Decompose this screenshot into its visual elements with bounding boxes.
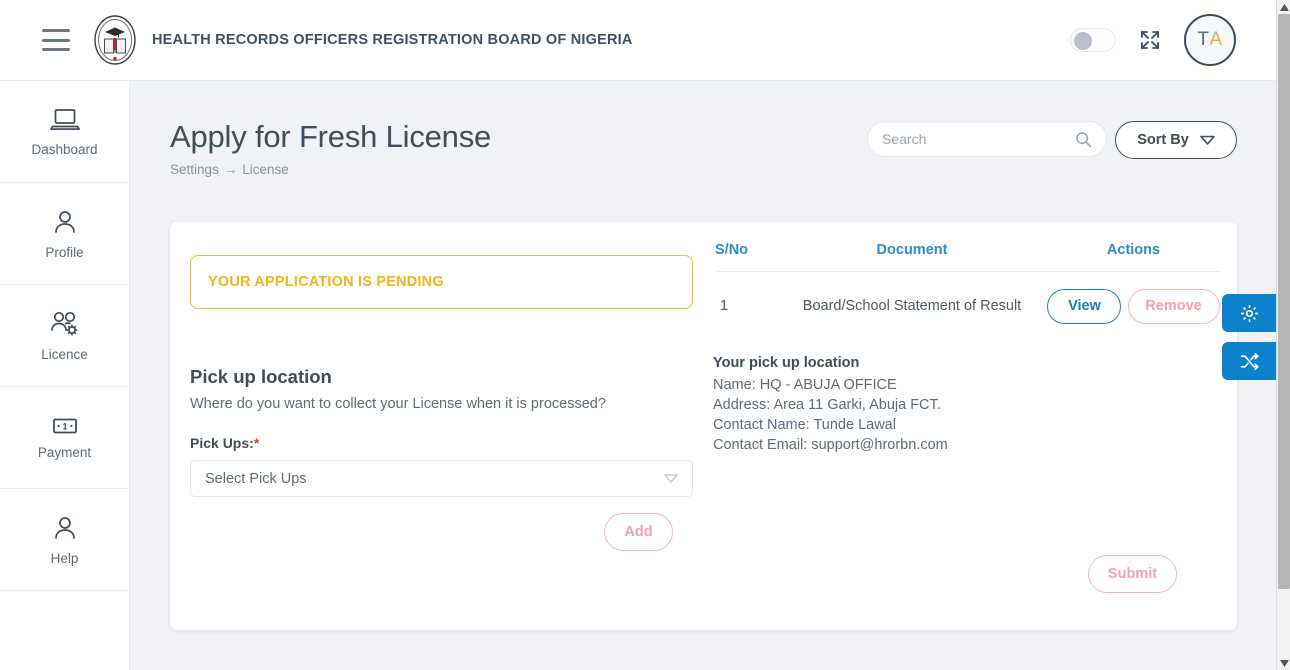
- app-viewport: HEALTH RECORDS OFFICERS REGISTRATION BOA…: [0, 0, 1290, 670]
- column-header-document: Document: [876, 242, 948, 258]
- breadcrumb-arrow-icon: →: [223, 162, 238, 177]
- column-header-actions: Actions: [1106, 242, 1161, 258]
- page-header: Apply for Fresh License Settings → License: [170, 119, 491, 177]
- top-header: HEALTH RECORDS OFFICERS REGISTRATION BOA…: [0, 0, 1276, 81]
- expand-fullscreen-icon[interactable]: [1138, 28, 1162, 52]
- page-title: Apply for Fresh License: [170, 119, 492, 154]
- sidebar-item-label: Profile: [45, 244, 84, 260]
- gear-icon: [1240, 304, 1258, 322]
- banknote-icon: 1: [52, 418, 77, 433]
- cell-document-name: Board/School Statement of Result: [802, 298, 1022, 314]
- avatar-initial-first: T: [1197, 29, 1210, 50]
- scroll-up-arrow-icon[interactable]: [1277, 0, 1290, 14]
- search-box[interactable]: [867, 121, 1107, 157]
- scroll-down-arrow-icon[interactable]: [1277, 656, 1290, 670]
- pickup-info-title: Your pick up location: [713, 355, 860, 371]
- breadcrumb: Settings → License: [170, 162, 491, 177]
- settings-tab[interactable]: [1222, 294, 1276, 332]
- sidebar-item-label: Help: [50, 550, 79, 566]
- pickup-info-panel: Your pick up location Name: HQ - ABUJA O…: [713, 353, 948, 455]
- hrorbn-seal-logo: [94, 15, 136, 65]
- pickup-subtext: Where do you want to collect your Licens…: [190, 396, 606, 412]
- view-document-button[interactable]: View: [1047, 288, 1122, 324]
- pickups-select[interactable]: Select Pick Ups: [190, 460, 693, 497]
- sidebar-item-licence[interactable]: Licence: [0, 285, 129, 387]
- sidebar-item-label: Dashboard: [31, 141, 98, 157]
- search-icon[interactable]: [1075, 131, 1092, 148]
- table-row: 1 Board/School Statement of Result View …: [715, 272, 1220, 340]
- sidebar-item-payment[interactable]: 1 Payment: [0, 387, 129, 489]
- users-gear-icon: [50, 311, 78, 336]
- search-input[interactable]: [882, 131, 1075, 147]
- hamburger-menu-icon[interactable]: [42, 29, 70, 51]
- pickup-location-section: Pick up location Where do you want to co…: [190, 366, 695, 497]
- cell-sno: 1: [720, 298, 729, 314]
- status-alert-banner: YOUR APPLICATION IS PENDING: [190, 255, 693, 309]
- pickup-info-address: Address: Area 11 Garki, Abuja FCT.: [713, 397, 941, 413]
- user-avatar[interactable]: TA: [1184, 14, 1236, 66]
- sidebar-item-label: Payment: [37, 444, 92, 460]
- pickups-label-text: Pick Ups:: [190, 435, 254, 451]
- sidebar-item-dashboard[interactable]: Dashboard: [0, 81, 129, 183]
- cell-actions: View Remove: [1047, 288, 1220, 324]
- pickups-select-value: Select Pick Ups: [205, 470, 307, 487]
- scrollbar-thumb[interactable]: [1278, 14, 1290, 589]
- laptop-icon: [49, 108, 80, 130]
- pickup-info-name: Name: HQ - ABUJA OFFICE: [713, 377, 897, 393]
- sort-by-label: Sort By: [1137, 132, 1189, 148]
- documents-table: S/No Document Actions 1 Board/School Sta…: [715, 242, 1220, 340]
- chevron-down-icon: [664, 474, 678, 483]
- theme-toggle-switch[interactable]: [1070, 28, 1116, 52]
- sidebar-item-profile[interactable]: Profile: [0, 183, 129, 285]
- main-content: Apply for Fresh License Settings → License…: [130, 81, 1276, 670]
- column-header-sno: S/No: [715, 242, 749, 258]
- required-asterisk: *: [253, 435, 260, 451]
- breadcrumb-root[interactable]: Settings: [170, 162, 219, 177]
- sidebar-nav: Dashboard Profile Licence 1 Payment Help: [0, 81, 130, 670]
- add-pickup-button[interactable]: Add: [604, 513, 673, 551]
- user-help-icon: [54, 516, 75, 539]
- chevron-down-icon: [1199, 135, 1215, 145]
- table-header-row: S/No Document Actions: [715, 242, 1220, 271]
- application-card: YOUR APPLICATION IS PENDING S/No Documen…: [170, 222, 1237, 630]
- user-icon: [54, 210, 75, 233]
- pickups-field-label: Pick Ups:*: [190, 435, 695, 451]
- brand-title: HEALTH RECORDS OFFICERS REGISTRATION BOA…: [152, 32, 633, 48]
- shuffle-icon: [1240, 352, 1259, 370]
- sidebar-item-label: Licence: [41, 346, 88, 362]
- sort-by-button[interactable]: Sort By: [1115, 121, 1237, 159]
- pickup-info-contact-name: Contact Name: Tunde Lawal: [713, 417, 896, 433]
- sidebar-item-help[interactable]: Help: [0, 489, 129, 591]
- svg-text:1: 1: [62, 421, 67, 431]
- status-alert-text: YOUR APPLICATION IS PENDING: [208, 274, 444, 290]
- pickup-info-contact-email: Contact Email: support@hrorbn.com: [713, 437, 948, 453]
- breadcrumb-current[interactable]: License: [242, 162, 289, 177]
- shuffle-tab[interactable]: [1222, 342, 1276, 380]
- avatar-initial-second: A: [1209, 29, 1223, 50]
- header-controls: TA: [1070, 14, 1236, 66]
- page-scrollbar[interactable]: [1276, 0, 1290, 670]
- remove-document-button[interactable]: Remove: [1127, 288, 1220, 324]
- submit-button[interactable]: Submit: [1088, 555, 1177, 593]
- pickup-heading: Pick up location: [190, 366, 332, 387]
